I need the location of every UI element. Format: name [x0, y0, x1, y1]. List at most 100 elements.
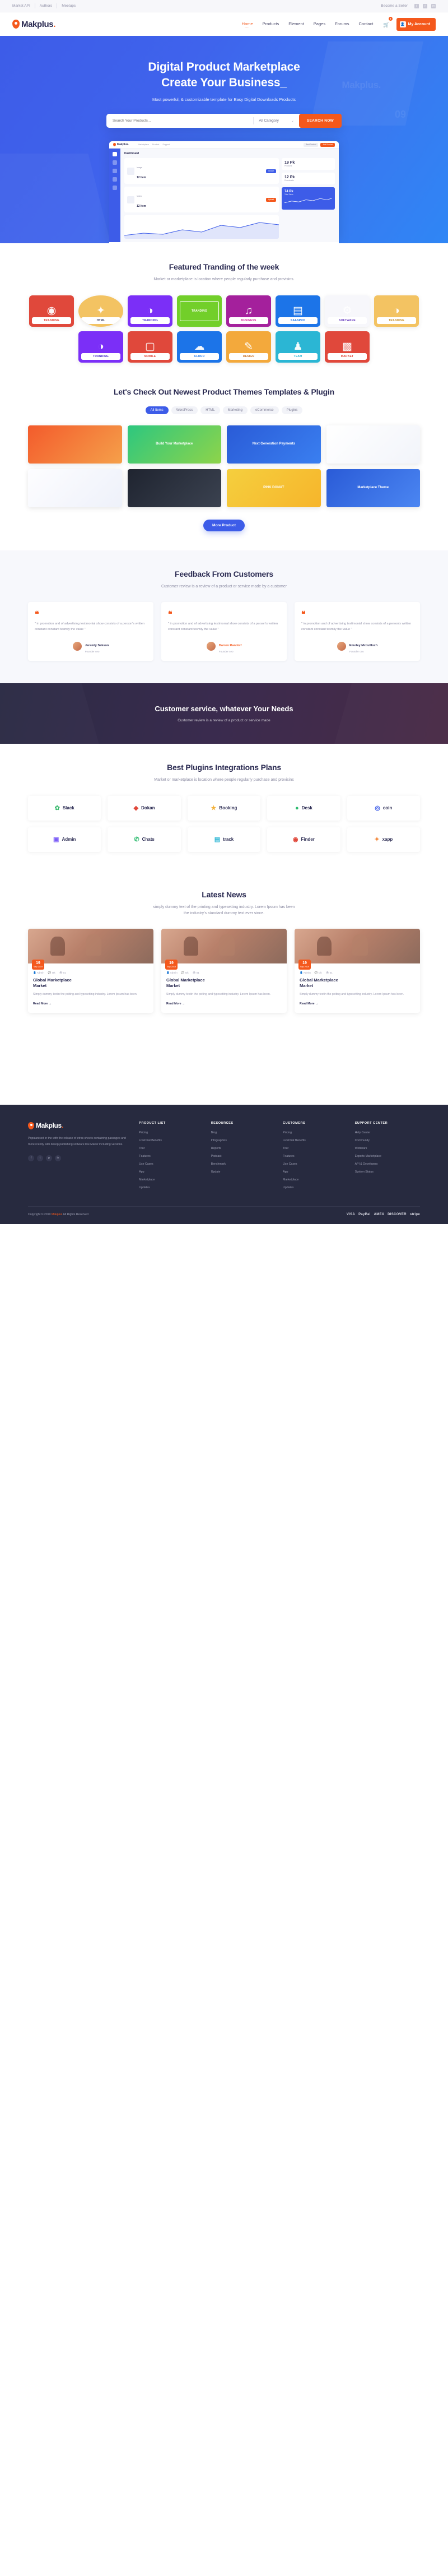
- product-card[interactable]: [326, 425, 420, 464]
- dashboard-tab-marketplace[interactable]: Marketplace: [138, 143, 149, 146]
- footer-link[interactable]: Update: [211, 1170, 276, 1174]
- footer-link[interactable]: Marketplace: [283, 1178, 348, 1182]
- topbar-link-meetups[interactable]: Meetups: [57, 3, 80, 8]
- category-select[interactable]: All Category ⌄: [254, 119, 298, 123]
- plugin-card[interactable]: ★ Booking: [187, 795, 261, 821]
- topbar-link-authors[interactable]: Authors: [35, 3, 58, 8]
- image-card-button[interactable]: Choice: [266, 169, 276, 173]
- news-card[interactable]: 19 Sep 2019 👤 Admin 💬 Ok 👁 01 Global Marketpl…: [295, 928, 420, 1013]
- nav-item-pages[interactable]: Pages: [314, 21, 325, 27]
- footer-link[interactable]: Features: [139, 1155, 204, 1158]
- trending-card[interactable]: ✦ HTML: [78, 295, 123, 327]
- trending-card[interactable]: ♫ BUSINESS: [226, 295, 271, 327]
- product-card[interactable]: [127, 469, 221, 507]
- trending-card[interactable]: ▢ MOBILE: [128, 331, 172, 363]
- footer-link[interactable]: Webinars: [355, 1147, 420, 1150]
- product-card[interactable]: Marketplace Theme: [326, 469, 420, 507]
- trending-card[interactable]: ◑ TRANDING: [374, 295, 419, 327]
- footer-link[interactable]: System Status: [355, 1170, 420, 1174]
- footer-link[interactable]: Use Cases: [283, 1162, 348, 1166]
- product-card[interactable]: PINK DONUT: [227, 469, 321, 507]
- footer-link[interactable]: Reports: [211, 1147, 276, 1150]
- footer-link[interactable]: Use Cases: [139, 1162, 204, 1166]
- trending-card[interactable]: ▤ SAASPRO: [276, 295, 320, 327]
- linkedin-icon[interactable]: in: [55, 1155, 61, 1161]
- footer-link[interactable]: LiveChat Benefits: [139, 1139, 204, 1142]
- product-card[interactable]: Next Generation Payments: [227, 425, 321, 464]
- product-tab-all-items[interactable]: All Items: [145, 406, 169, 414]
- trending-card[interactable]: ♟ TEAM: [276, 331, 320, 363]
- footer-link[interactable]: Pricing: [139, 1131, 204, 1134]
- grid-icon[interactable]: [113, 152, 117, 157]
- nav-item-forums[interactable]: Forums: [335, 21, 349, 27]
- pinterest-icon[interactable]: p: [46, 1155, 52, 1161]
- cart-icon[interactable]: [113, 160, 117, 165]
- site-logo[interactable]: Makplus.: [12, 20, 55, 29]
- product-card[interactable]: [28, 425, 122, 464]
- footer-link[interactable]: Benchmark: [211, 1162, 276, 1166]
- footer-link[interactable]: Tour: [283, 1147, 348, 1150]
- footer-link[interactable]: Podcast: [211, 1155, 276, 1158]
- trending-card[interactable]: ◑ TRANDING: [128, 295, 172, 327]
- product-tab-html[interactable]: HTML: [200, 406, 220, 414]
- footer-link[interactable]: Marketplace: [139, 1178, 204, 1182]
- facebook-icon[interactable]: f: [28, 1155, 34, 1161]
- trending-card[interactable]: ◉ TRANDING: [29, 295, 74, 327]
- topbar-link-market-api[interactable]: Market API: [12, 3, 35, 8]
- product-tab-ecommerce[interactable]: eCommerce: [250, 406, 279, 414]
- product-tab-wordpress[interactable]: WordPress: [171, 406, 198, 414]
- nav-item-products[interactable]: Products: [263, 21, 279, 27]
- news-read-more-link[interactable]: Read More →: [33, 1002, 52, 1006]
- gear-icon[interactable]: [113, 186, 117, 191]
- trending-card[interactable]: ☁ CLOUD: [177, 331, 222, 363]
- trending-card[interactable]: TRANDING: [177, 295, 222, 327]
- become-a-seller-link[interactable]: Become a Seller: [381, 4, 408, 8]
- nav-item-contact[interactable]: Contact: [359, 21, 374, 27]
- plugin-card[interactable]: ✆ Chats: [108, 827, 181, 852]
- twitter-icon[interactable]: t: [423, 3, 427, 8]
- trending-card[interactable]: ◑ TRANDING: [78, 331, 123, 363]
- news-card[interactable]: 19 Sep 2019 👤 Admin 💬 Ok 👁 01 Global Marketpl…: [28, 928, 153, 1013]
- trending-card[interactable]: ⚙ SOFTWARE: [325, 295, 370, 327]
- my-account-button[interactable]: 👤 My Account: [396, 17, 436, 31]
- trending-card[interactable]: ✎ DESIGN: [226, 331, 271, 363]
- footer-link[interactable]: Updates: [139, 1186, 204, 1189]
- linkedin-icon[interactable]: in: [431, 3, 436, 8]
- plugin-card[interactable]: ▤ track: [187, 827, 261, 852]
- plugin-card[interactable]: ◉ Finder: [267, 827, 340, 852]
- footer-link[interactable]: Infographics: [211, 1139, 276, 1142]
- footer-link[interactable]: Pricing: [283, 1131, 348, 1134]
- news-read-more-link[interactable]: Read More →: [300, 1002, 318, 1006]
- plugin-card[interactable]: ✿ Slack: [28, 795, 101, 821]
- chart-icon[interactable]: [113, 169, 117, 174]
- footer-link[interactable]: Experts Marketplace: [355, 1155, 420, 1158]
- footer-link[interactable]: Help Center: [355, 1131, 420, 1134]
- search-input[interactable]: [113, 119, 254, 123]
- footer-link[interactable]: Tour: [139, 1147, 204, 1150]
- nav-item-home[interactable]: Home: [242, 21, 253, 29]
- plugin-card[interactable]: ● Desk: [267, 795, 340, 821]
- dashboard-tab-support[interactable]: Support: [162, 143, 170, 146]
- dashboard-tab-product[interactable]: Product: [152, 143, 159, 146]
- plugin-card[interactable]: ◆ Dokan: [108, 795, 181, 821]
- nav-item-element[interactable]: Element: [288, 21, 304, 27]
- video-card-button[interactable]: Upload: [265, 197, 276, 202]
- facebook-icon[interactable]: f: [414, 3, 419, 8]
- footer-link[interactable]: Blog: [211, 1131, 276, 1134]
- footer-link[interactable]: LiveChat Benefits: [283, 1139, 348, 1142]
- trending-card[interactable]: ▩ MARKET: [325, 331, 370, 363]
- plugin-card[interactable]: ◎ coin: [347, 795, 420, 821]
- dashboard-best-product-pill[interactable]: Best Product: [304, 142, 319, 147]
- twitter-icon[interactable]: t: [37, 1155, 43, 1161]
- product-card[interactable]: [28, 469, 122, 507]
- product-tab-marketing[interactable]: Marketing: [222, 406, 248, 414]
- more-product-button[interactable]: More Product: [203, 519, 245, 531]
- dashboard-add-product-pill[interactable]: Add Product: [320, 142, 335, 147]
- user-icon[interactable]: [113, 177, 117, 182]
- plugin-card[interactable]: ▣ Admin: [28, 827, 101, 852]
- footer-link[interactable]: App: [139, 1170, 204, 1174]
- cart-button[interactable]: 🛒 2: [383, 17, 393, 29]
- footer-link[interactable]: Features: [283, 1155, 348, 1158]
- news-card[interactable]: 19 Sep 2019 👤 Admin 💬 Ok 👁 01 Global Marketpl…: [161, 928, 287, 1013]
- footer-link[interactable]: API & Developers: [355, 1162, 420, 1166]
